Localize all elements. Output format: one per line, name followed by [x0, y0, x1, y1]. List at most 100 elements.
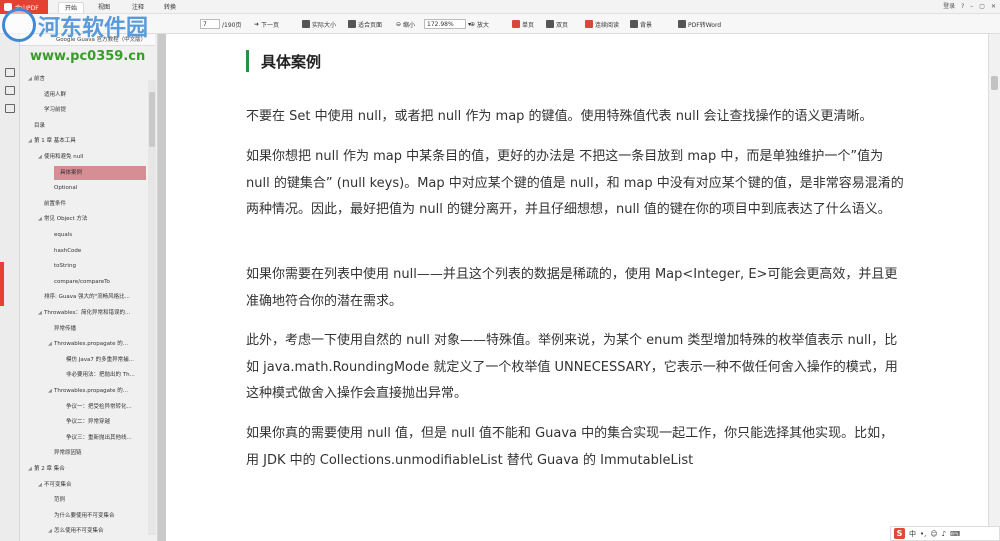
pdf-to-word-icon — [678, 20, 686, 28]
continuous-icon — [585, 20, 593, 28]
thumbnail-icon[interactable] — [5, 104, 15, 113]
toc-item-label: 为什么要使用不可变集合 — [54, 512, 115, 519]
emoji-icon[interactable]: ☺ — [930, 530, 937, 538]
login-link[interactable]: 登录 — [943, 1, 955, 13]
toc-item-label: 范例 — [54, 497, 66, 504]
side-accent-mark — [0, 262, 4, 306]
pdf-to-word-button[interactable]: PDF转Word — [678, 18, 721, 30]
toc-item-label: Throwables.propagate 的... — [54, 341, 128, 348]
page-scrollbar[interactable] — [988, 34, 1000, 541]
toc-item-label: compare/compareTo — [54, 278, 110, 285]
toc-item-label: 非必要用法：把抛出的 Th... — [66, 372, 135, 379]
toc-item[interactable]: 适用人群 — [20, 88, 146, 102]
toc-item-label: 不可变集合 — [44, 481, 72, 488]
toc-item[interactable]: ◢ Throwables：简化异常和错误的... — [20, 306, 146, 320]
toc-item[interactable]: 目录 — [20, 119, 146, 133]
close-icon[interactable]: ✕ — [991, 1, 996, 13]
zoom-out-label: 缩小 — [403, 21, 416, 29]
single-page-button[interactable]: 单页 — [512, 18, 534, 30]
toc-item[interactable]: equals — [20, 228, 146, 242]
toc-item[interactable]: ◢ 使用和避免 null — [20, 150, 146, 164]
page-navigator: 7 /190页 — [200, 18, 241, 30]
toc-item[interactable]: 学习前提 — [20, 103, 146, 117]
bookmark-icon[interactable] — [5, 86, 15, 95]
toc-item[interactable]: ◢ 不可变集合 — [20, 478, 146, 492]
single-page-label: 单页 — [522, 21, 535, 29]
fit-page-label: 适合页面 — [358, 21, 383, 29]
pdf-to-word-label: PDF转Word — [688, 21, 722, 29]
help-icon[interactable]: ? — [961, 1, 964, 13]
toc-item[interactable]: 范例 — [20, 493, 146, 507]
background-button[interactable]: 背景 — [630, 18, 652, 30]
toc-item-label: Throwables：简化异常和错误的... — [44, 310, 131, 316]
toc-item-label: 学习前提 — [44, 107, 67, 114]
watermark-title: 河东软件园 — [38, 15, 149, 41]
actual-size-button[interactable]: 实际大小 — [302, 18, 336, 30]
sogou-icon[interactable]: S — [894, 528, 905, 539]
toc-item[interactable]: ◢ 第 2 章 集合 — [20, 462, 146, 476]
toc-item[interactable]: 争议三：重新抛出其他线... — [20, 431, 146, 445]
toc-item[interactable]: 前置条件 — [20, 197, 146, 211]
fit-page-button[interactable]: 适合页面 — [348, 18, 382, 30]
toc-item-label: 前置条件 — [44, 200, 67, 207]
toc-item-label: 争议三：重新抛出其他线... — [66, 434, 132, 441]
toc-item[interactable]: ◢ 前言 — [20, 72, 146, 86]
page-total: /190页 — [222, 21, 242, 29]
toc-item-label: 异常原因链 — [54, 450, 82, 457]
toc-item[interactable]: 非必要用法：把抛出的 Th... — [20, 368, 146, 382]
toc-item[interactable]: 争议二：异常穿越 — [20, 415, 146, 429]
paragraph: 不要在 Set 中使用 null，或者把 null 作为 map 的键值。使用特… — [246, 109, 873, 124]
toc-item[interactable]: ◢ 怎么使用不可变集合 — [20, 524, 146, 538]
toc-item-label: 第 2 章 集合 — [34, 466, 65, 472]
toc-item-label: 常见 Object 方法 — [44, 216, 88, 223]
toc-item[interactable]: ◢ Throwables.propagate 的... — [20, 337, 146, 351]
zoom-out-icon: ⊖ — [396, 20, 402, 28]
arrow-right-icon: ➜ — [254, 20, 260, 28]
toc-item[interactable]: compare/compareTo — [20, 275, 146, 289]
list-icon[interactable] — [5, 68, 15, 77]
double-page-icon — [546, 20, 554, 28]
panel-divider[interactable] — [158, 34, 166, 541]
maximize-icon[interactable]: ▢ — [979, 1, 985, 13]
toc-item[interactable]: ◢ 常见 Object 方法 — [20, 212, 146, 226]
minimize-icon[interactable]: – — [970, 1, 973, 13]
page-input[interactable]: 7 — [200, 19, 220, 29]
toc-item[interactable]: 模仿 Java7 的多重异常捕... — [20, 353, 146, 367]
continuous-button[interactable]: 连续阅读 — [585, 18, 619, 30]
toc-item[interactable]: 异常原因链 — [20, 446, 146, 460]
next-page-button[interactable]: ➜ 下一页 — [254, 18, 279, 30]
keyboard-icon[interactable]: ⌨ — [950, 530, 960, 538]
zoom-out-button[interactable]: ⊖ 缩小 — [396, 18, 415, 30]
ime-mode[interactable]: 中 — [909, 529, 916, 539]
toc-item[interactable]: ◢ 第 1 章 基本工具 — [20, 134, 146, 148]
toolbar: 7 /190页 ➜ 下一页 实际大小 适合页面 ⊖ 缩小 172.98% ▾ ⊕… — [0, 14, 1000, 34]
toc-item[interactable]: ◢ Throwables.propagate 的... — [20, 384, 146, 398]
paragraph: 如果你需要在列表中使用 null——并且这个列表的数据是稀疏的，使用 Map<I… — [246, 267, 898, 309]
punctuation-icon[interactable]: •, — [920, 530, 926, 538]
toc-item-label: 使用和避免 null — [44, 154, 84, 160]
zoom-value[interactable]: 172.98% — [424, 19, 466, 29]
mic-icon[interactable]: ♪ — [942, 530, 946, 538]
toc-item-label: 具体案例 — [60, 169, 83, 176]
toc-scrollbar[interactable] — [148, 80, 156, 535]
toc-item[interactable]: Optional — [20, 181, 146, 195]
zoom-in-button[interactable]: ⊕ 放大 — [470, 18, 489, 30]
toc-item[interactable]: 异常传播 — [20, 322, 146, 336]
zoom-select[interactable]: 172.98% ▾ — [424, 18, 471, 30]
double-page-label: 双页 — [556, 21, 569, 29]
toc-item-label: Throwables.propagate 的... — [54, 388, 128, 394]
toc-item[interactable]: toString — [20, 259, 146, 273]
tab-convert[interactable]: 转换 — [158, 2, 182, 13]
toc-item[interactable]: 排序: Guava 强大的"流畅风格比... — [20, 290, 146, 304]
toc-item[interactable]: 为什么要使用不可变集合 — [20, 509, 146, 523]
double-page-button[interactable]: 双页 — [546, 18, 568, 30]
toc-scroll-thumb[interactable] — [149, 92, 155, 147]
page-scroll-thumb[interactable] — [991, 76, 998, 90]
toc-item-label: 目录 — [34, 122, 46, 129]
toc-item[interactable]: 具体案例 — [54, 165, 146, 180]
paragraph: 如果你想把 null 作为 map 中某条目的值，更好的办法是 不把这一条目放到… — [246, 149, 904, 217]
fit-page-icon — [348, 20, 356, 28]
toc-item-label: hashCode — [54, 247, 82, 254]
toc-item[interactable]: 争议一：把受检异常转化... — [20, 400, 146, 414]
toc-item[interactable]: hashCode — [20, 244, 146, 258]
